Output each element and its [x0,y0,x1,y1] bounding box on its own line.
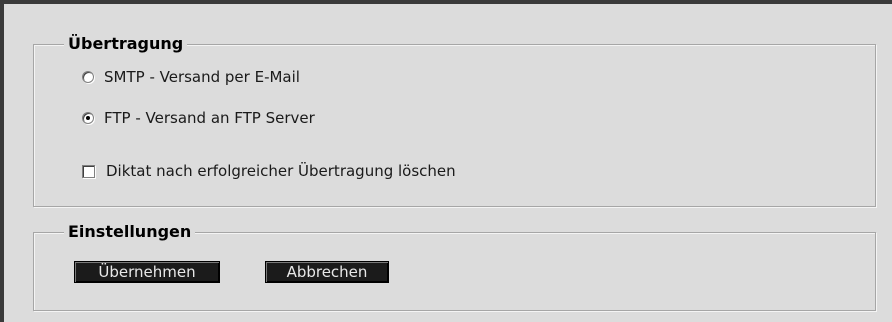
smtp-radio[interactable] [82,71,94,83]
smtp-option[interactable]: SMTP - Versand per E-Mail [82,68,300,86]
apply-button[interactable]: Übernehmen [74,261,220,283]
settings-group: Einstellungen Übernehmen Abbrechen [33,220,876,311]
transfer-legend: Übertragung [64,32,188,56]
delete-after-transfer-checkbox[interactable] [82,164,95,178]
smtp-option-label: SMTP - Versand per E-Mail [104,68,300,86]
delete-after-transfer-option[interactable]: Diktat nach erfolgreicher Übertragung lö… [82,162,456,180]
cancel-button[interactable]: Abbrechen [265,261,389,283]
ftp-radio[interactable] [82,112,94,124]
delete-after-transfer-label: Diktat nach erfolgreicher Übertragung lö… [106,162,456,180]
settings-legend: Einstellungen [64,220,196,244]
ftp-option-label: FTP - Versand an FTP Server [104,109,315,127]
settings-window: Übertragung SMTP - Versand per E-Mail FT… [4,4,892,322]
ftp-option[interactable]: FTP - Versand an FTP Server [82,109,315,127]
transfer-group: Übertragung SMTP - Versand per E-Mail FT… [33,32,876,207]
